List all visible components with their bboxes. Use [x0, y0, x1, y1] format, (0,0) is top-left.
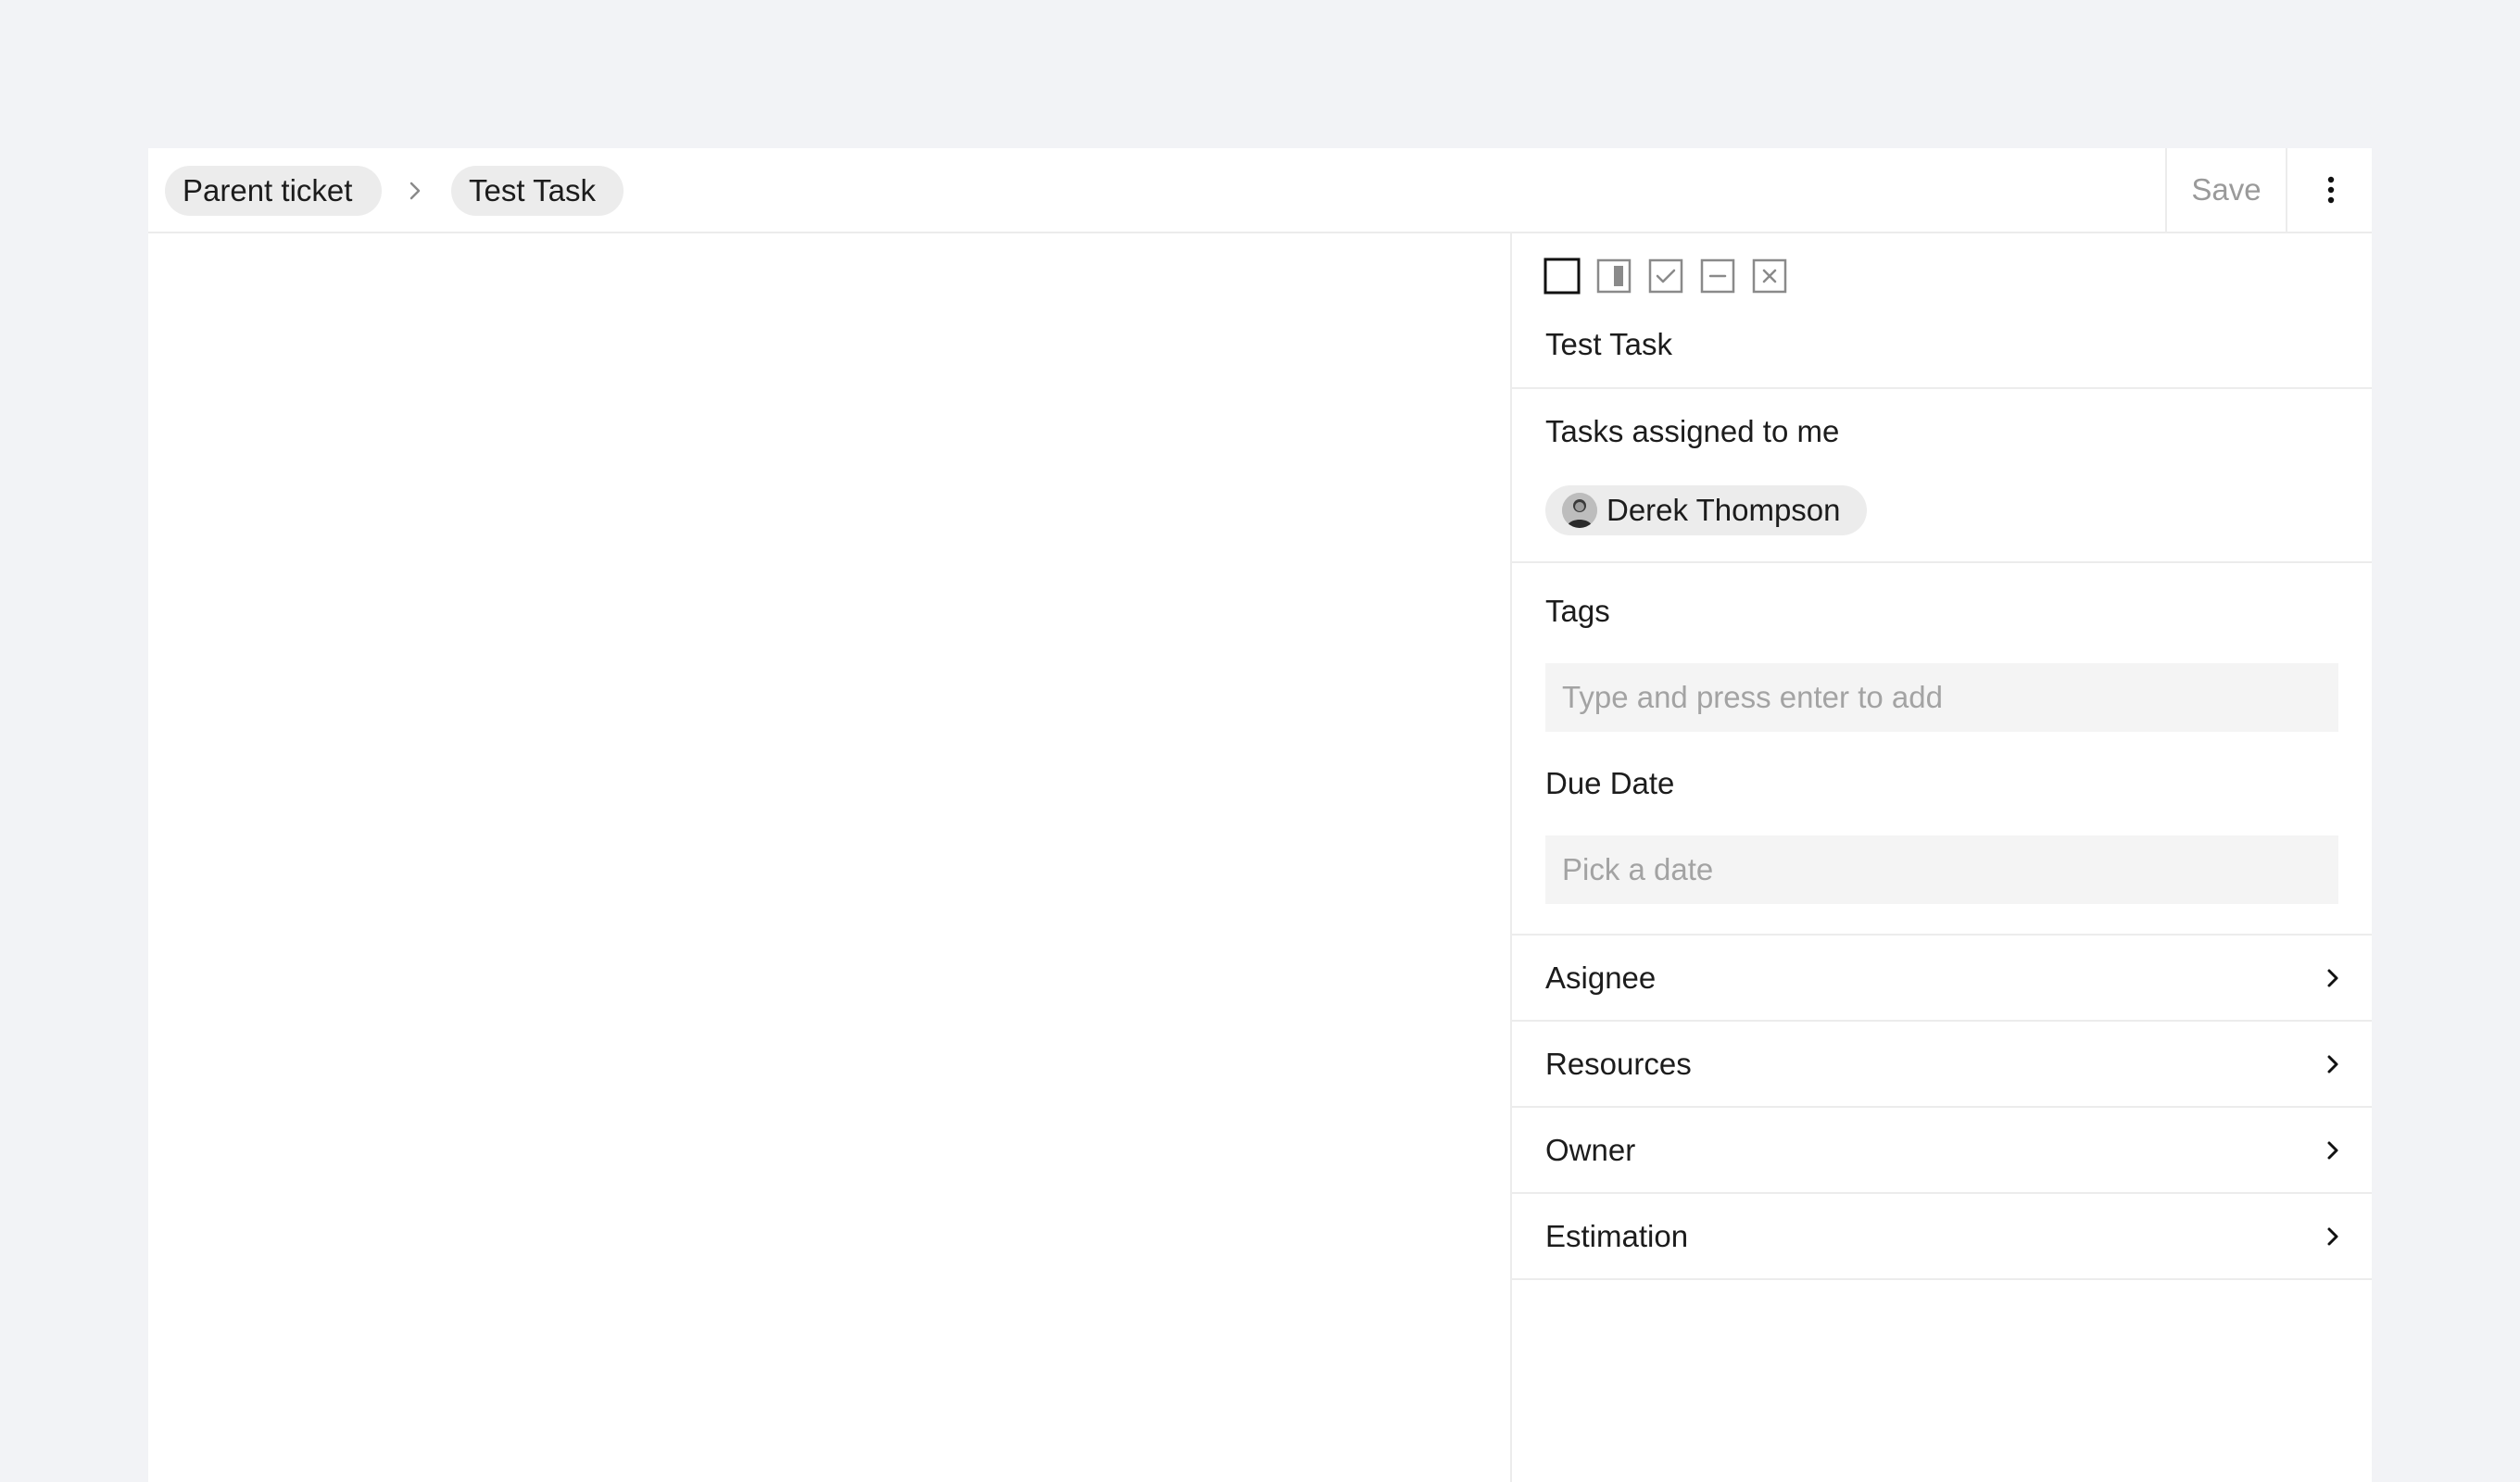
task-window: Parent ticket Test Task Save Test Task T… [148, 148, 2372, 1482]
save-button[interactable]: Save [2165, 148, 2286, 232]
status-open-icon[interactable] [1544, 257, 1581, 295]
status-blocked-icon[interactable] [1699, 257, 1736, 295]
more-options-button[interactable] [2286, 148, 2372, 232]
estimation-label: Estimation [1545, 1219, 1689, 1253]
due-date-field[interactable] [1545, 835, 2338, 904]
assigned-user-name: Derek Thompson [1606, 493, 1841, 527]
task-title-section: Test Task [1512, 233, 2372, 389]
status-in-progress-icon[interactable] [1595, 257, 1632, 295]
tags-input[interactable] [1545, 663, 2338, 732]
task-details-panel: Test Task Tasks assigned to me Derek Tho… [1510, 233, 2372, 1482]
assigned-section: Tasks assigned to me Derek Thompson [1512, 389, 2372, 563]
tags-label: Tags [1545, 594, 1610, 628]
asignee-label: Asignee [1545, 961, 1657, 995]
chevron-right-icon [2327, 969, 2338, 987]
user-avatar-icon [1562, 493, 1597, 528]
header-bar: Parent ticket Test Task Save [148, 148, 2372, 233]
avatar [1562, 493, 1597, 528]
assigned-label: Tasks assigned to me [1545, 414, 1840, 448]
chevron-right-icon [410, 182, 421, 200]
breadcrumb-parent-ticket[interactable]: Parent ticket [165, 166, 382, 216]
task-title[interactable]: Test Task [1545, 326, 1672, 363]
assigned-user-chip[interactable]: Derek Thompson [1545, 485, 1867, 535]
status-done-icon[interactable] [1647, 257, 1684, 295]
owner-row[interactable]: Owner [1512, 1108, 2372, 1194]
breadcrumb-current-task[interactable]: Test Task [451, 166, 624, 216]
chevron-right-icon [2327, 1141, 2338, 1160]
more-vertical-icon [2327, 176, 2335, 204]
status-cancelled-icon[interactable] [1751, 257, 1788, 295]
main-content-area [148, 233, 1510, 1482]
chevron-right-icon [2327, 1055, 2338, 1074]
asignee-row[interactable]: Asignee [1512, 936, 2372, 1022]
estimation-row[interactable]: Estimation [1512, 1194, 2372, 1280]
resources-row[interactable]: Resources [1512, 1022, 2372, 1108]
owner-label: Owner [1545, 1133, 1636, 1167]
resources-label: Resources [1545, 1047, 1692, 1081]
due-date-label: Due Date [1545, 766, 1675, 800]
chevron-right-icon [2327, 1227, 2338, 1246]
tags-due-date-section: Tags Due Date [1512, 563, 2372, 936]
